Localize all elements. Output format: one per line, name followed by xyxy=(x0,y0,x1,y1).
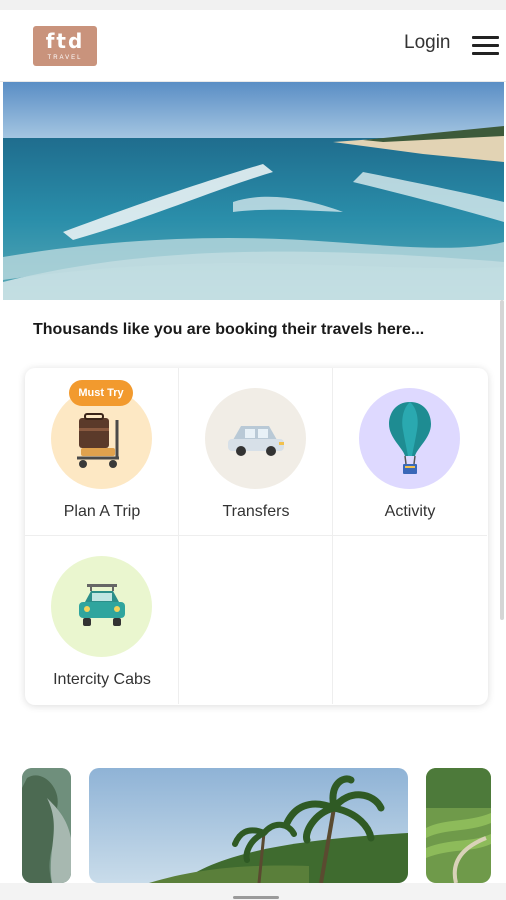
service-activity[interactable]: Activity xyxy=(333,368,487,536)
carousel-slide[interactable] xyxy=(89,768,408,883)
destination-carousel xyxy=(0,768,506,883)
brand-logo[interactable]: ftd TRAVEL xyxy=(33,26,97,66)
luggage-trolley-icon xyxy=(77,413,119,468)
must-try-badge: Must Try xyxy=(69,380,133,406)
logo-subtext: TRAVEL xyxy=(47,55,83,61)
forest-photo xyxy=(22,768,71,883)
hero-banner xyxy=(3,82,504,300)
cab-icon xyxy=(79,584,125,626)
service-label: Plan A Trip xyxy=(63,503,141,520)
services-grid: Must Try Plan A Trip Transfers Activity xyxy=(25,368,488,705)
car-icon xyxy=(228,426,284,456)
system-nav-bar xyxy=(0,883,506,900)
service-label: Transfers xyxy=(222,503,290,520)
hot-air-balloon-icon xyxy=(389,402,431,474)
app-header: ftd TRAVEL Login xyxy=(0,10,506,82)
logo-text: ftd xyxy=(45,29,85,53)
service-transfers[interactable]: Transfers xyxy=(179,368,333,536)
tagline: Thousands like you are booking their tra… xyxy=(33,321,425,338)
beach-photo xyxy=(3,82,504,300)
login-link[interactable]: Login xyxy=(404,32,451,54)
service-intercity-cabs[interactable]: Intercity Cabs xyxy=(25,536,179,704)
status-bar xyxy=(0,0,506,10)
carousel-slide[interactable] xyxy=(22,768,71,883)
service-plan-a-trip[interactable]: Must Try Plan A Trip xyxy=(25,368,179,536)
empty-cell xyxy=(179,536,333,704)
tea-garden-photo xyxy=(426,768,491,883)
page-scrollbar[interactable] xyxy=(500,300,504,620)
menu-icon[interactable] xyxy=(472,36,499,56)
home-indicator[interactable] xyxy=(233,896,279,899)
carousel-slide[interactable] xyxy=(426,768,491,883)
palm-hill-photo xyxy=(89,768,408,883)
service-label: Intercity Cabs xyxy=(53,671,151,688)
empty-cell xyxy=(333,536,487,704)
service-label: Activity xyxy=(384,503,436,520)
